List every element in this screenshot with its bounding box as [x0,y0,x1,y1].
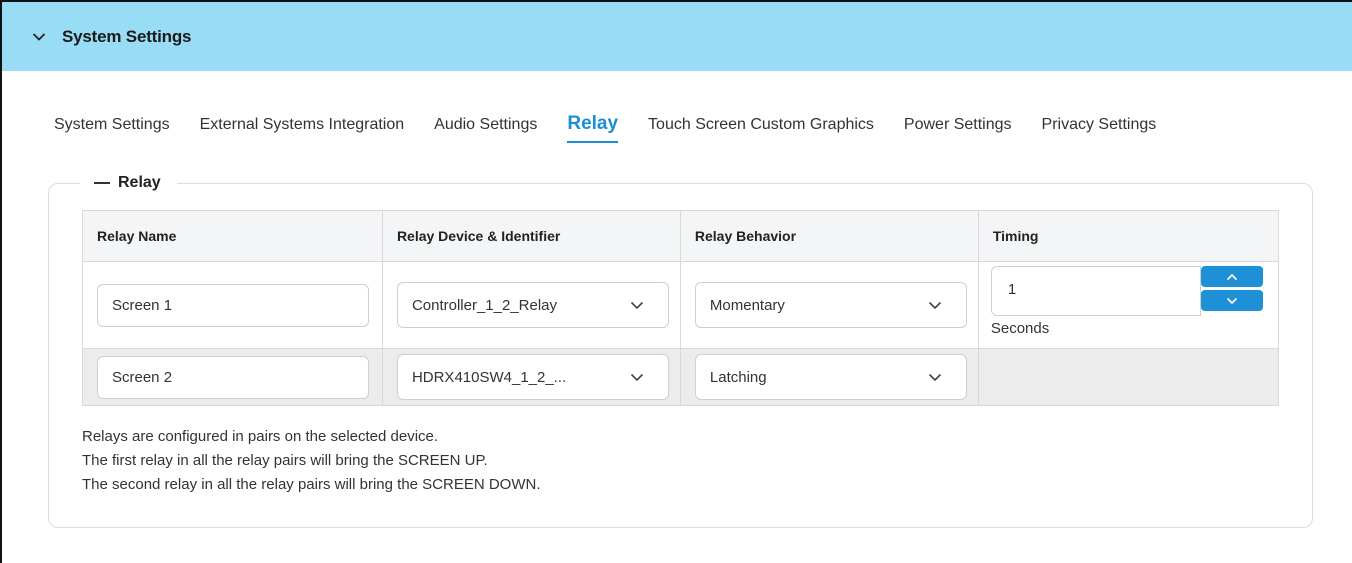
table-row: Screen 2 HDRX410SW4_1_2_... Latching [82,348,1280,406]
relay-device-cell: HDRX410SW4_1_2_... [381,348,681,406]
decrement-button[interactable] [1200,290,1263,311]
relay-behavior-select[interactable]: Momentary [694,282,967,328]
settings-tabs: System Settings External Systems Integra… [54,113,1186,152]
relay-name-value: Screen 2 [112,368,173,386]
timing-units: Seconds [990,320,1050,337]
header-title: System Settings [62,26,192,46]
note-line: The first relay in all the relay pairs w… [82,452,488,469]
chevron-down-icon [928,297,942,314]
timing-value: 1 [1007,281,1017,298]
note-line: The second relay in all the relay pairs … [82,476,541,493]
relay-section-legend[interactable]: Relay [80,170,177,196]
note-line: Relays are configured in pairs on the se… [82,428,439,445]
chevron-down-icon[interactable] [32,30,46,44]
chevron-down-icon [630,297,644,314]
timing-stepper: 1 Seconds [990,262,1278,348]
column-header-relay-name: Relay Name [82,210,383,262]
tab-privacy-settings[interactable]: Privacy Settings [1042,116,1157,140]
section-title: Relay [118,174,161,191]
relay-notes: Relays are configured in pairs on the se… [82,425,541,497]
relay-name-value: Screen 1 [112,296,173,314]
tab-power-settings[interactable]: Power Settings [904,116,1012,140]
tab-external-systems-integration[interactable]: External Systems Integration [200,116,405,140]
chevron-up-icon [1226,268,1238,286]
timing-input[interactable]: 1 [990,266,1201,316]
table-row: Screen 1 Controller_1_2_Relay Momentary … [82,261,1280,349]
relay-name-cell: Screen 1 [82,261,383,349]
system-settings-header[interactable]: System Settings [2,2,1352,71]
relay-behavior-cell: Latching [679,348,979,406]
relay-name-input[interactable]: Screen 1 [97,283,369,327]
timing-cell-empty [977,348,1280,406]
relay-behavior-cell: Momentary [679,261,979,349]
relay-behavior-select[interactable]: Latching [694,354,967,400]
chevron-down-icon [928,369,942,386]
chevron-down-icon [1226,292,1238,310]
tab-touch-screen-custom-graphics[interactable]: Touch Screen Custom Graphics [648,116,874,140]
column-header-relay-behavior: Relay Behavior [679,210,979,262]
increment-button[interactable] [1200,266,1263,287]
column-header-relay-device: Relay Device & Identifier [381,210,681,262]
relay-table: Relay Name Relay Device & Identifier Rel… [82,210,1280,406]
relay-name-cell: Screen 2 [82,348,383,406]
collapse-dash-icon[interactable] [94,182,110,184]
relay-device-value: Controller_1_2_Relay [411,296,558,314]
table-header-row: Relay Name Relay Device & Identifier Rel… [82,210,1280,262]
relay-name-input[interactable]: Screen 2 [97,355,369,399]
relay-device-select[interactable]: HDRX410SW4_1_2_... [396,354,669,400]
tab-audio-settings[interactable]: Audio Settings [434,116,537,140]
relay-device-value: HDRX410SW4_1_2_... [411,368,567,386]
tab-relay[interactable]: Relay [567,113,619,143]
timing-cell: 1 Seconds [977,261,1280,349]
relay-device-cell: Controller_1_2_Relay [381,261,681,349]
relay-device-select[interactable]: Controller_1_2_Relay [396,282,669,328]
tab-system-settings[interactable]: System Settings [54,116,170,140]
chevron-down-icon [630,369,644,386]
column-header-timing: Timing [977,210,1280,262]
relay-behavior-value: Latching [709,368,767,386]
relay-behavior-value: Momentary [709,296,785,314]
